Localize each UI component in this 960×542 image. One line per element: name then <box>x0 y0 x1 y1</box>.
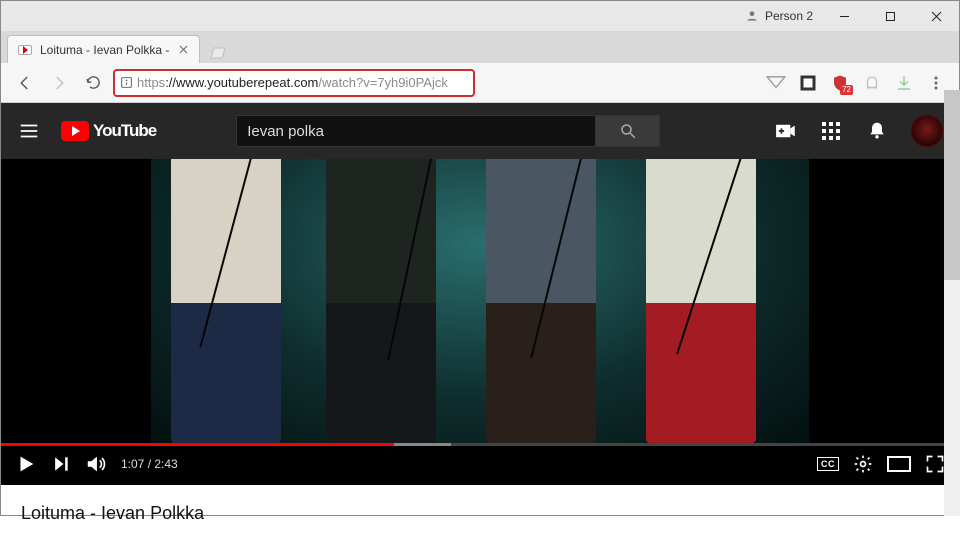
profile-label: Person 2 <box>765 9 813 23</box>
person-icon <box>745 9 759 23</box>
next-button[interactable] <box>51 454 71 474</box>
address-bar[interactable]: https://www.youtuberepeat.com/watch?v=7y… <box>113 69 475 97</box>
youtube-play-icon <box>61 121 89 141</box>
play-button[interactable] <box>15 453 37 475</box>
send-to-device-icon[interactable] <box>763 70 789 96</box>
profile-indicator[interactable]: Person 2 <box>745 9 813 23</box>
progress-bar[interactable] <box>1 443 959 446</box>
guide-menu-button[interactable] <box>17 119 41 143</box>
tab-title: Loituma - Ievan Polkka - <box>40 43 169 57</box>
upload-button[interactable] <box>773 119 797 143</box>
progress-buffered <box>394 443 451 446</box>
extension-download-icon[interactable] <box>891 70 917 96</box>
extension-ghost-icon[interactable] <box>859 70 885 96</box>
youtube-logo-text: YouTube <box>93 121 156 141</box>
video-frame <box>151 159 809 443</box>
youtube-masthead: YouTube <box>1 103 959 159</box>
tab-close-button[interactable] <box>177 44 189 56</box>
video-title: Loituma - Ievan Polkka <box>21 503 939 524</box>
apps-button[interactable] <box>819 119 843 143</box>
scroll-thumb[interactable] <box>944 90 960 280</box>
fullscreen-button[interactable] <box>925 454 945 474</box>
notifications-button[interactable] <box>865 119 889 143</box>
site-info-icon[interactable] <box>115 76 137 89</box>
window-maximize-button[interactable] <box>867 1 913 31</box>
window-close-button[interactable] <box>913 1 959 31</box>
forward-button[interactable] <box>45 69 73 97</box>
back-button[interactable] <box>11 69 39 97</box>
youtube-logo[interactable]: YouTube <box>61 121 156 141</box>
search-icon <box>619 122 637 140</box>
time-display: 1:07 / 2:43 <box>121 457 178 471</box>
video-info: Loituma - Ievan Polkka <box>1 485 959 542</box>
window-minimize-button[interactable] <box>821 1 867 31</box>
extension-blocker-icon[interactable] <box>795 70 821 96</box>
video-player[interactable]: 1:07 / 2:43 CC <box>1 159 959 485</box>
account-avatar[interactable] <box>911 115 943 147</box>
reload-button[interactable] <box>79 69 107 97</box>
settings-button[interactable] <box>853 454 873 474</box>
browser-tabstrip: Loituma - Ievan Polkka - <box>1 31 959 63</box>
search-form <box>236 115 660 147</box>
extension-badge: 72 <box>840 85 853 95</box>
theater-mode-button[interactable] <box>887 456 911 472</box>
new-tab-button[interactable] <box>206 43 230 63</box>
progress-played <box>1 443 394 446</box>
search-input[interactable] <box>236 115 596 147</box>
url-text: https://www.youtuberepeat.com/watch?v=7y… <box>137 75 448 90</box>
player-controls: 1:07 / 2:43 CC <box>1 443 959 485</box>
search-button[interactable] <box>596 115 660 147</box>
page-scrollbar[interactable] <box>944 90 960 516</box>
browser-toolbar: https://www.youtuberepeat.com/watch?v=7y… <box>1 63 959 103</box>
captions-button[interactable]: CC <box>817 457 839 471</box>
youtube-favicon-icon <box>18 43 32 57</box>
volume-button[interactable] <box>85 453 107 475</box>
extension-shield-icon[interactable]: 72 <box>827 70 853 96</box>
window-titlebar: Person 2 <box>1 1 959 31</box>
browser-tab[interactable]: Loituma - Ievan Polkka - <box>7 35 200 63</box>
